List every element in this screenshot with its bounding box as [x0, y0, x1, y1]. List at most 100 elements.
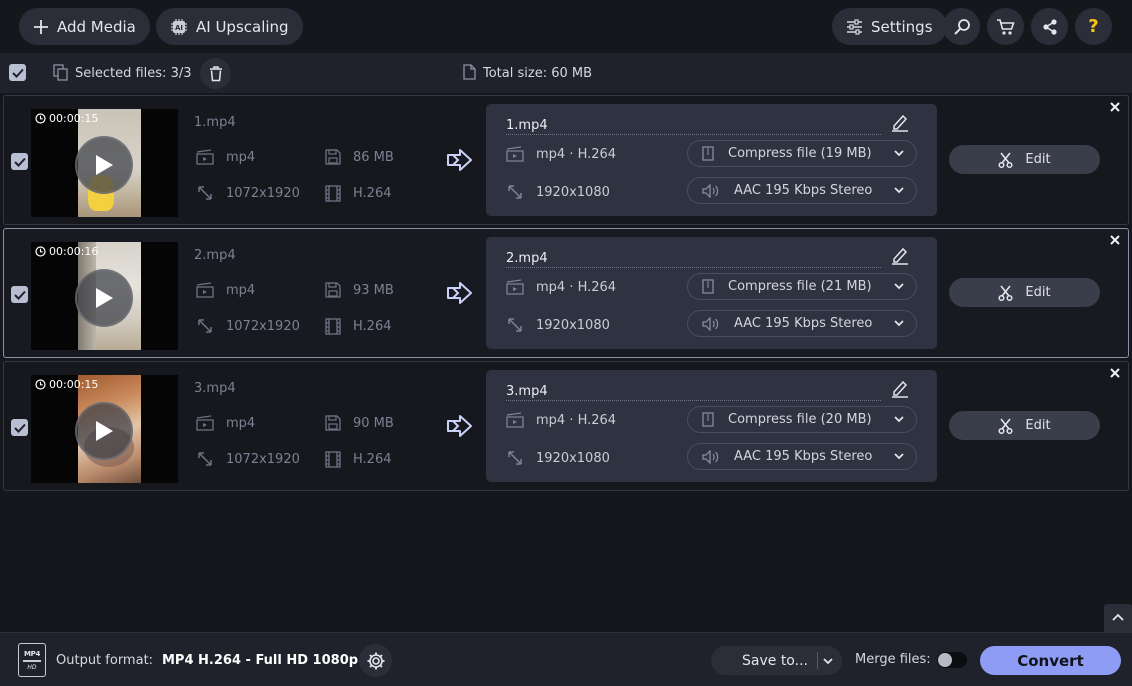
video-thumbnail[interactable]: 00:00:15	[31, 109, 178, 217]
file-row[interactable]: 00:00:16 2.mp4 mp4 93 MB 1072x1920 H.264…	[3, 228, 1129, 358]
search-icon	[953, 18, 970, 35]
convert-arrow-icon	[447, 282, 472, 304]
convert-button[interactable]: Convert	[980, 646, 1121, 675]
compress-file-dropdown[interactable]: Compress file (19 MB)	[687, 140, 917, 167]
convert-label: Convert	[1017, 651, 1084, 670]
plus-icon	[34, 19, 48, 34]
chevron-down-icon	[894, 453, 904, 460]
checkmark-icon	[13, 290, 26, 300]
cart-button[interactable]	[987, 8, 1024, 45]
output-format-text: mp4 · H.264	[536, 412, 617, 428]
ai-upscaling-label: AI Upscaling	[196, 17, 289, 36]
settings-button[interactable]: Settings	[832, 8, 947, 45]
close-icon[interactable]	[1108, 366, 1122, 380]
help-button[interactable]: ?	[1075, 8, 1112, 45]
source-size: 90 MB	[325, 415, 394, 431]
source-size-text: 86 MB	[353, 149, 394, 165]
output-format: mp4 · H.264	[506, 412, 616, 428]
output-format-icon[interactable]: MP4 HD	[18, 643, 46, 677]
edit-button[interactable]: Edit	[949, 278, 1100, 307]
play-button[interactable]	[75, 269, 133, 327]
edit-label: Edit	[1025, 418, 1051, 433]
scissors-icon	[998, 285, 1013, 301]
output-resolution-text: 1920x1080	[536, 317, 610, 333]
source-file-name: 1.mp4	[194, 115, 236, 130]
video-file-icon	[506, 279, 524, 295]
collapse-panel-button[interactable]	[1104, 604, 1132, 632]
rename-pencil-icon[interactable]	[891, 379, 909, 398]
ai-chip-icon: AI	[171, 18, 187, 35]
compress-file-dropdown[interactable]: Compress file (21 MB)	[687, 273, 917, 300]
save-to-button[interactable]: Save to...	[711, 646, 842, 675]
video-file-icon	[506, 412, 524, 428]
help-label: ?	[1088, 16, 1099, 37]
edit-button[interactable]: Edit	[949, 411, 1100, 440]
scissors-icon	[998, 418, 1013, 434]
file-checkbox[interactable]	[11, 286, 28, 303]
video-thumbnail[interactable]: 00:00:15	[31, 375, 178, 483]
output-file-name[interactable]: 2.mp4	[506, 251, 881, 268]
compress-file-dropdown[interactable]: Compress file (20 MB)	[687, 406, 917, 433]
output-file-name[interactable]: 1.mp4	[506, 118, 881, 135]
select-all-checkbox[interactable]	[9, 64, 26, 81]
rename-pencil-icon[interactable]	[891, 113, 909, 132]
ai-upscaling-button[interactable]: AI AI Upscaling	[156, 8, 303, 45]
files-icon	[53, 64, 68, 81]
clock-icon	[35, 113, 46, 124]
audio-settings-dropdown[interactable]: AAC 195 Kbps Stereo	[687, 177, 917, 204]
rename-pencil-icon[interactable]	[891, 246, 909, 265]
duration-badge: 00:00:16	[35, 245, 98, 258]
document-icon	[463, 64, 476, 80]
search-button[interactable]	[943, 8, 980, 45]
delete-selected-button[interactable]	[200, 58, 231, 89]
source-format: mp4	[196, 282, 255, 298]
speaker-icon	[702, 449, 719, 464]
chevron-down-icon[interactable]	[823, 656, 833, 666]
output-format-label: Output format:	[56, 653, 154, 668]
zip-compress-icon	[702, 146, 714, 161]
output-resolution: 1920x1080	[506, 450, 610, 466]
play-button[interactable]	[75, 402, 133, 460]
play-icon	[96, 421, 113, 441]
output-file-name[interactable]: 3.mp4	[506, 384, 881, 401]
close-icon[interactable]	[1108, 233, 1122, 247]
merge-files-toggle[interactable]	[937, 652, 967, 668]
zip-compress-icon	[702, 279, 714, 294]
source-size: 86 MB	[325, 149, 394, 165]
edit-button[interactable]: Edit	[949, 145, 1100, 174]
file-checkbox[interactable]	[11, 419, 28, 436]
file-row[interactable]: 00:00:15 1.mp4 mp4 86 MB 1072x1920 H.264…	[3, 95, 1129, 225]
compress-file-label: Compress file (20 MB)	[728, 412, 872, 427]
output-format-value[interactable]: MP4 H.264 - Full HD 1080p	[162, 653, 358, 668]
film-strip-icon	[325, 451, 341, 468]
close-icon[interactable]	[1108, 100, 1122, 114]
resize-diagonal-icon	[198, 186, 212, 200]
source-codec: H.264	[325, 185, 392, 202]
floppy-disk-icon	[325, 282, 341, 298]
floppy-disk-icon	[325, 149, 341, 165]
trash-icon	[209, 65, 222, 81]
source-format-text: mp4	[226, 415, 256, 431]
output-format: mp4 · H.264	[506, 279, 616, 295]
audio-settings-dropdown[interactable]: AAC 195 Kbps Stereo	[687, 443, 917, 470]
share-button[interactable]	[1031, 8, 1068, 45]
save-to-divider	[817, 652, 818, 669]
floppy-disk-icon	[325, 415, 341, 431]
audio-settings-dropdown[interactable]: AAC 195 Kbps Stereo	[687, 310, 917, 337]
checkmark-icon	[13, 423, 26, 433]
add-media-button[interactable]: Add Media	[19, 8, 150, 45]
video-thumbnail[interactable]: 00:00:16	[31, 242, 178, 350]
file-checkbox[interactable]	[11, 153, 28, 170]
resize-diagonal-icon	[508, 185, 522, 199]
resize-diagonal-icon	[198, 452, 212, 466]
source-codec: H.264	[325, 318, 392, 335]
source-codec: H.264	[325, 451, 392, 468]
convert-arrow-icon	[447, 415, 472, 437]
compress-file-label: Compress file (21 MB)	[728, 279, 872, 294]
file-row[interactable]: 00:00:15 3.mp4 mp4 90 MB 1072x1920 H.264…	[3, 361, 1129, 491]
scissors-icon	[998, 152, 1013, 168]
source-codec-text: H.264	[353, 186, 392, 201]
play-button[interactable]	[75, 136, 133, 194]
output-settings-button[interactable]	[359, 644, 392, 677]
edit-label: Edit	[1025, 152, 1051, 167]
